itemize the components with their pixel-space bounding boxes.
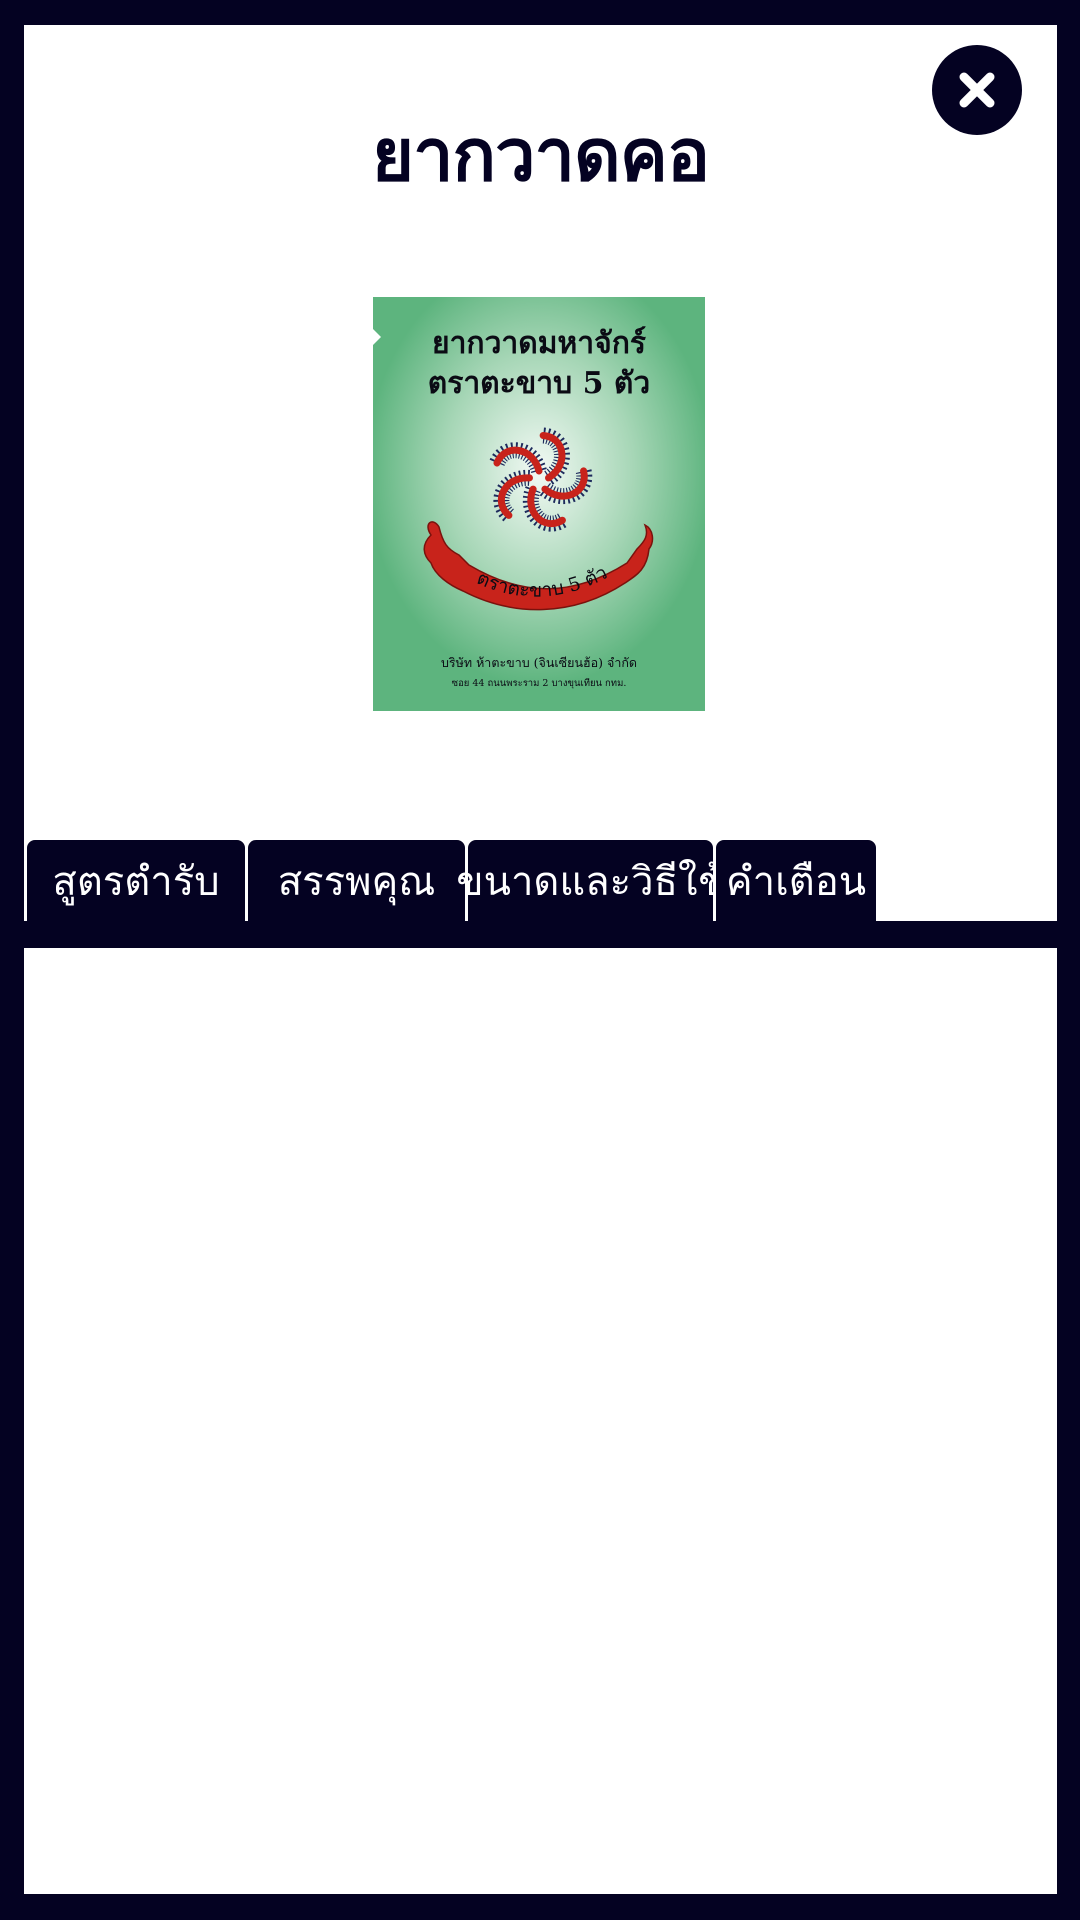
tab-label: คำเตือน — [725, 859, 867, 905]
tab-formula[interactable]: สูตรตำรับ — [27, 840, 245, 922]
product-image: ยากวาดมหาจักร์ ตราตะขาบ 5 ตัว ตราตะขาบ 5… — [373, 297, 705, 711]
close-icon — [959, 72, 995, 108]
close-button[interactable] — [932, 45, 1022, 135]
header-panel: ยากวาดคอ ยากวาดมหาจักร์ ตราตะขาบ 5 ตัว ต… — [24, 25, 1057, 921]
tab-dosage[interactable]: ขนาดและวิธีใช้ — [456, 840, 725, 922]
product-name-line2: ตราตะขาบ 5 ตัว — [428, 366, 651, 401]
tab-content-panel — [24, 948, 1057, 1894]
product-name-line1: ยากวาดมหาจักร์ — [432, 326, 646, 361]
tab-label: ขนาดและวิธีใช้ — [456, 859, 725, 905]
page-title: ยากวาดคอ — [371, 113, 710, 197]
tab-warning[interactable]: คำเตือน — [716, 840, 876, 922]
tab-strip — [24, 921, 1057, 947]
company-name: บริษัท ห้าตะขาบ (จินเซียนฮ้อ) จำกัด — [441, 655, 637, 670]
tab-label: สรรพคุณ — [277, 859, 436, 905]
tab-label: สูตรตำรับ — [52, 859, 220, 905]
tab-properties[interactable]: สรรพคุณ — [248, 840, 465, 922]
company-address: ซอย 44 ถนนพระราม 2 บางขุนเทียน กทม. — [452, 677, 627, 689]
